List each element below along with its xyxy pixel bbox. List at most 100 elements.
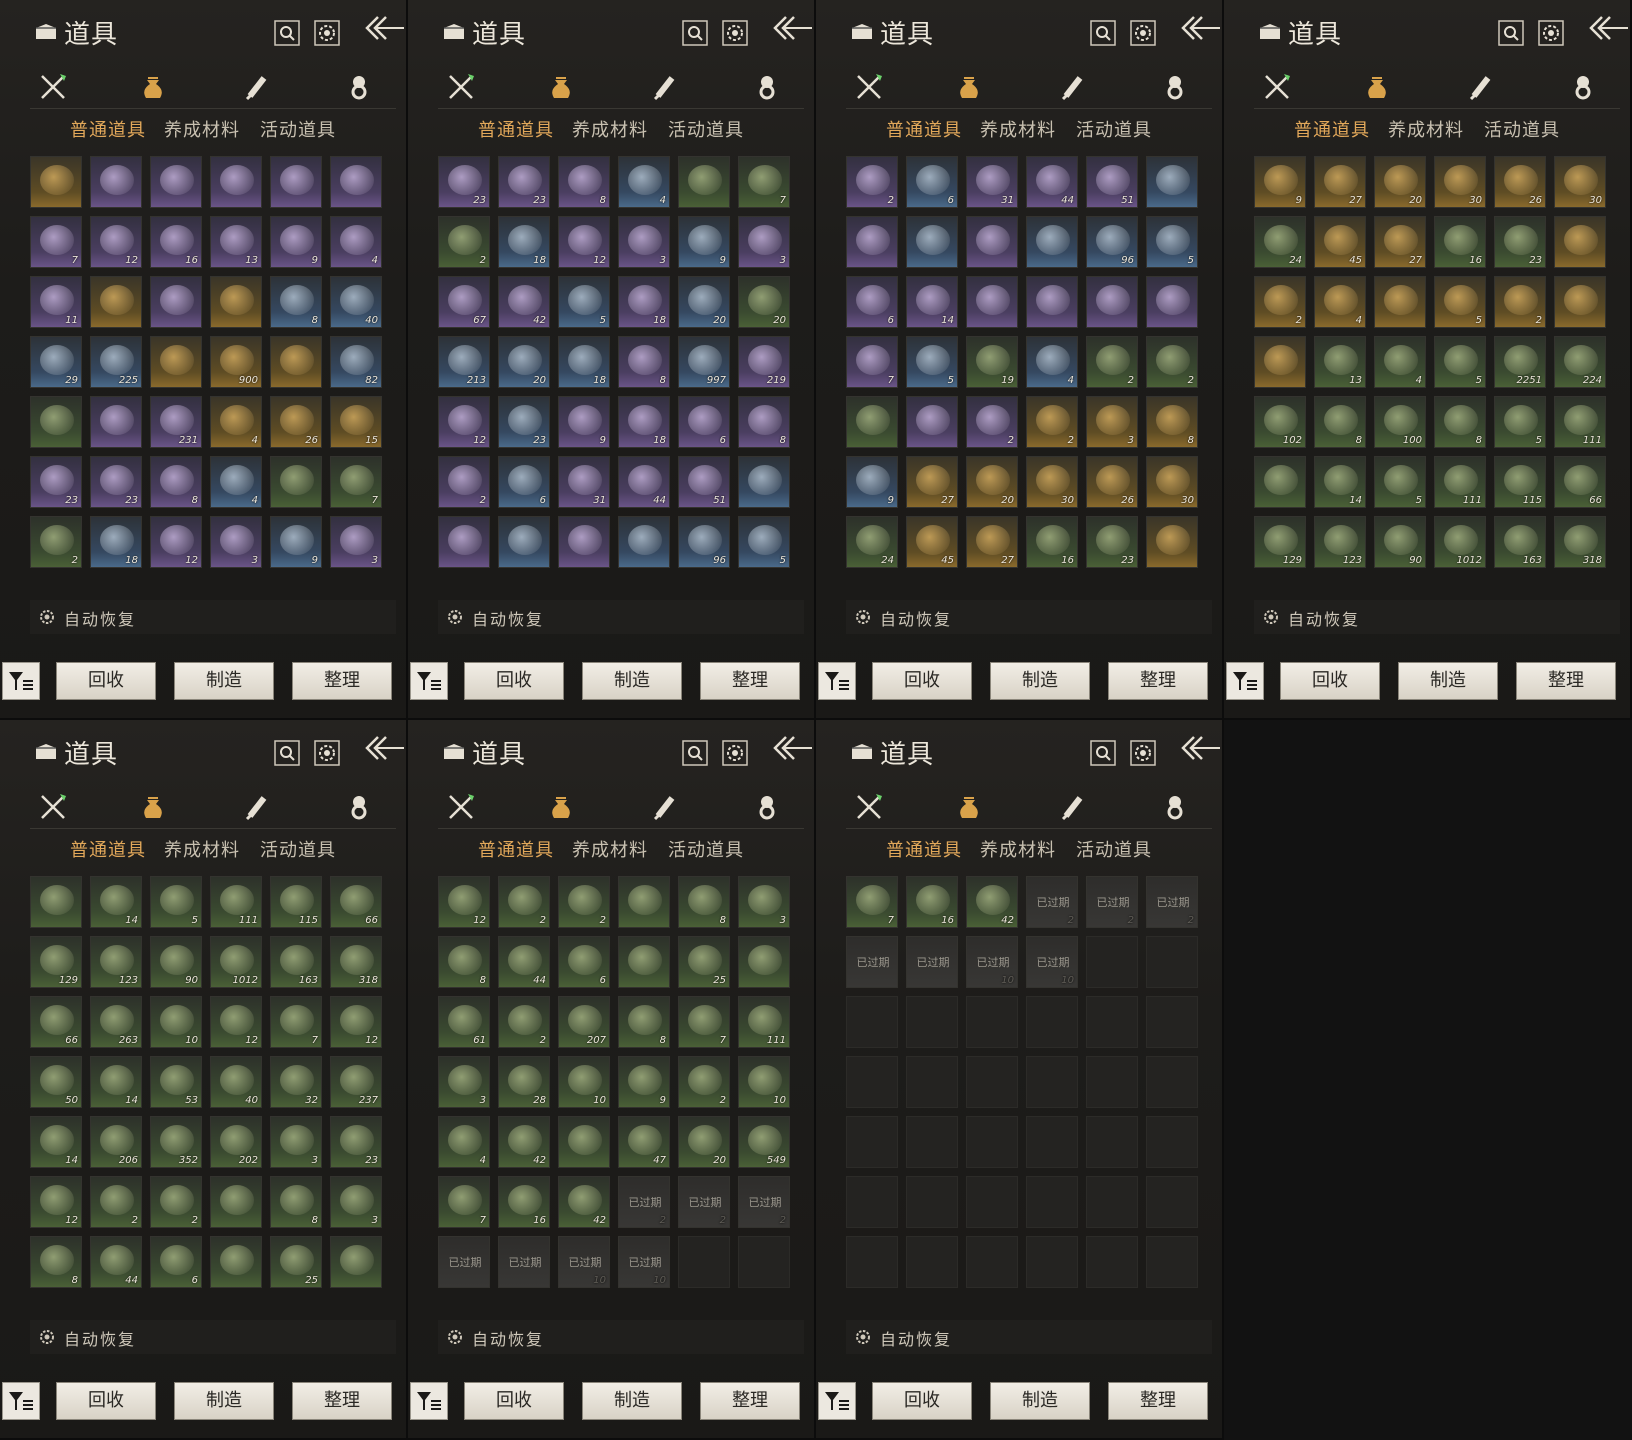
item-slot[interactable]: 23 xyxy=(330,1116,382,1168)
item-slot[interactable]: 27 xyxy=(966,516,1018,568)
item-slot[interactable] xyxy=(738,456,790,508)
item-slot[interactable] xyxy=(618,936,670,988)
item-slot[interactable] xyxy=(558,1116,610,1168)
crossed-swords-icon[interactable] xyxy=(1262,72,1292,106)
item-slot[interactable]: 18 xyxy=(558,336,610,388)
auto-recover-row[interactable]: 自动恢复 xyxy=(438,600,804,634)
item-slot[interactable]: 4 xyxy=(1314,276,1366,328)
item-slot[interactable]: 20 xyxy=(678,1116,730,1168)
item-slot[interactable]: 224 xyxy=(1554,336,1606,388)
item-slot[interactable] xyxy=(966,276,1018,328)
tab-growth-materials[interactable]: 养成材料 xyxy=(572,836,648,862)
tab-common-items[interactable]: 普通道具 xyxy=(1294,116,1370,142)
sort-button[interactable]: 整理 xyxy=(292,662,392,700)
item-slot[interactable] xyxy=(30,396,82,448)
scroll-icon[interactable] xyxy=(1058,792,1088,826)
sort-button[interactable]: 整理 xyxy=(1108,1382,1208,1420)
item-slot[interactable]: 8 xyxy=(558,156,610,208)
item-slot[interactable]: 8 xyxy=(1434,396,1486,448)
item-slot[interactable]: 24 xyxy=(846,516,898,568)
item-slot[interactable]: 7 xyxy=(438,1176,490,1228)
item-slot[interactable]: 18 xyxy=(498,216,550,268)
item-slot[interactable]: 20 xyxy=(498,336,550,388)
item-slot[interactable]: 已过期 10 xyxy=(558,1236,610,1288)
scroll-icon[interactable] xyxy=(650,72,680,106)
item-slot[interactable]: 已过期 10 xyxy=(618,1236,670,1288)
item-slot[interactable]: 已过期 2 xyxy=(678,1176,730,1228)
item-slot[interactable] xyxy=(30,876,82,928)
token-icon[interactable] xyxy=(752,792,782,826)
gear-icon[interactable] xyxy=(314,740,340,770)
item-slot[interactable]: 23 xyxy=(498,156,550,208)
tab-common-items[interactable]: 普通道具 xyxy=(70,836,146,862)
item-slot[interactable]: 8 xyxy=(270,276,322,328)
item-slot[interactable]: 207 xyxy=(558,996,610,1048)
item-slot[interactable]: 27 xyxy=(1314,156,1366,208)
item-slot[interactable]: 8 xyxy=(738,396,790,448)
back-arrow-icon[interactable] xyxy=(1180,734,1220,768)
item-slot[interactable]: 6 xyxy=(678,396,730,448)
scroll-icon[interactable] xyxy=(1058,72,1088,106)
item-slot[interactable]: 18 xyxy=(618,276,670,328)
item-slot[interactable] xyxy=(210,1176,262,1228)
item-slot[interactable] xyxy=(678,156,730,208)
item-slot[interactable]: 123 xyxy=(90,936,142,988)
auto-recover-row[interactable]: 自动恢复 xyxy=(846,1320,1212,1354)
item-slot[interactable] xyxy=(150,336,202,388)
item-slot[interactable]: 9 xyxy=(618,1056,670,1108)
item-slot[interactable]: 44 xyxy=(90,1236,142,1288)
item-slot[interactable]: 已过期 xyxy=(498,1236,550,1288)
token-icon[interactable] xyxy=(344,792,374,826)
gear-icon[interactable] xyxy=(1538,20,1564,50)
item-slot[interactable]: 26 xyxy=(1086,456,1138,508)
item-slot[interactable]: 12 xyxy=(150,516,202,568)
item-slot[interactable]: 5 xyxy=(1434,276,1486,328)
recycle-button[interactable]: 回收 xyxy=(872,662,972,700)
item-slot[interactable]: 90 xyxy=(150,936,202,988)
item-slot[interactable] xyxy=(30,156,82,208)
item-slot[interactable]: 997 xyxy=(678,336,730,388)
item-slot[interactable]: 5 xyxy=(1494,396,1546,448)
item-slot[interactable]: 9 xyxy=(846,456,898,508)
gear-icon[interactable] xyxy=(314,20,340,50)
item-slot[interactable]: 8 xyxy=(1146,396,1198,448)
craft-button[interactable]: 制造 xyxy=(1398,662,1498,700)
item-slot[interactable]: 14 xyxy=(90,876,142,928)
recycle-button[interactable]: 回收 xyxy=(56,662,156,700)
item-slot[interactable]: 66 xyxy=(330,876,382,928)
item-slot[interactable]: 12 xyxy=(438,876,490,928)
filter-button[interactable] xyxy=(818,662,856,700)
item-slot[interactable]: 5 xyxy=(558,276,610,328)
item-slot[interactable]: 已过期 xyxy=(438,1236,490,1288)
scroll-icon[interactable] xyxy=(242,72,272,106)
item-slot[interactable]: 2 xyxy=(438,456,490,508)
item-slot[interactable]: 5 xyxy=(150,876,202,928)
item-slot[interactable]: 1012 xyxy=(210,936,262,988)
item-slot[interactable]: 8 xyxy=(618,336,670,388)
item-slot[interactable]: 23 xyxy=(498,396,550,448)
gear-icon[interactable] xyxy=(1130,740,1156,770)
item-slot[interactable]: 23 xyxy=(1494,216,1546,268)
item-slot[interactable]: 5 xyxy=(1146,216,1198,268)
item-slot[interactable] xyxy=(270,156,322,208)
item-slot[interactable]: 12 xyxy=(210,996,262,1048)
tab-growth-materials[interactable]: 养成材料 xyxy=(572,116,648,142)
tab-growth-materials[interactable]: 养成材料 xyxy=(980,116,1056,142)
item-slot[interactable]: 27 xyxy=(1374,216,1426,268)
search-icon[interactable] xyxy=(1498,20,1524,50)
item-slot[interactable] xyxy=(1254,456,1306,508)
item-slot[interactable] xyxy=(90,276,142,328)
item-slot[interactable] xyxy=(1254,336,1306,388)
item-slot[interactable]: 4 xyxy=(1374,336,1426,388)
item-slot[interactable]: 13 xyxy=(1314,336,1366,388)
item-slot[interactable]: 2 xyxy=(1086,336,1138,388)
tab-common-items[interactable]: 普通道具 xyxy=(70,116,146,142)
item-slot[interactable] xyxy=(270,456,322,508)
item-slot[interactable]: 2 xyxy=(150,1176,202,1228)
recycle-button[interactable]: 回收 xyxy=(1280,662,1380,700)
item-slot[interactable]: 12 xyxy=(90,216,142,268)
auto-recover-row[interactable]: 自动恢复 xyxy=(846,600,1212,634)
item-slot[interactable]: 6 xyxy=(846,276,898,328)
filter-button[interactable] xyxy=(2,662,40,700)
item-slot[interactable]: 已过期 10 xyxy=(966,936,1018,988)
